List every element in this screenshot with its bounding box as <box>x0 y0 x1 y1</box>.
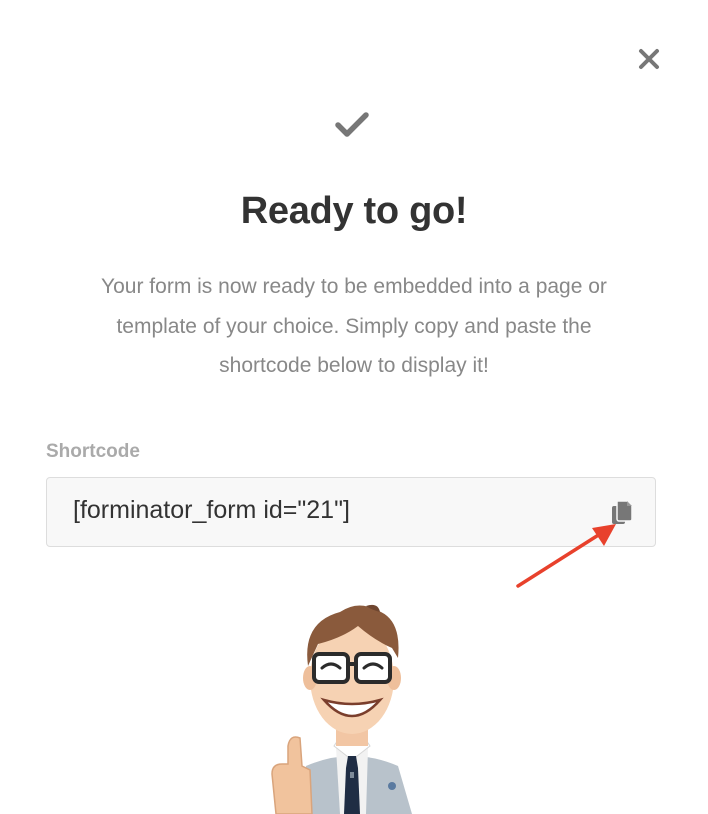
modal-description: Your form is now ready to be embedded in… <box>101 275 607 377</box>
checkmark-icon <box>335 112 369 137</box>
copy-icon <box>612 500 633 524</box>
modal-title: Ready to go! <box>240 190 468 232</box>
copy-shortcode-button[interactable] <box>611 500 635 526</box>
ready-modal: Ready to go! Your form is now ready to b… <box>0 0 708 814</box>
close-icon <box>639 49 659 69</box>
shortcode-field[interactable]: [forminator_form id="21"] <box>46 477 656 547</box>
shortcode-label: Shortcode <box>46 441 140 462</box>
close-button[interactable] <box>634 44 664 74</box>
shortcode-value[interactable]: [forminator_form id="21"] <box>73 496 350 525</box>
mascot-illustration <box>271 604 412 814</box>
mascot-thumb <box>271 736 313 814</box>
